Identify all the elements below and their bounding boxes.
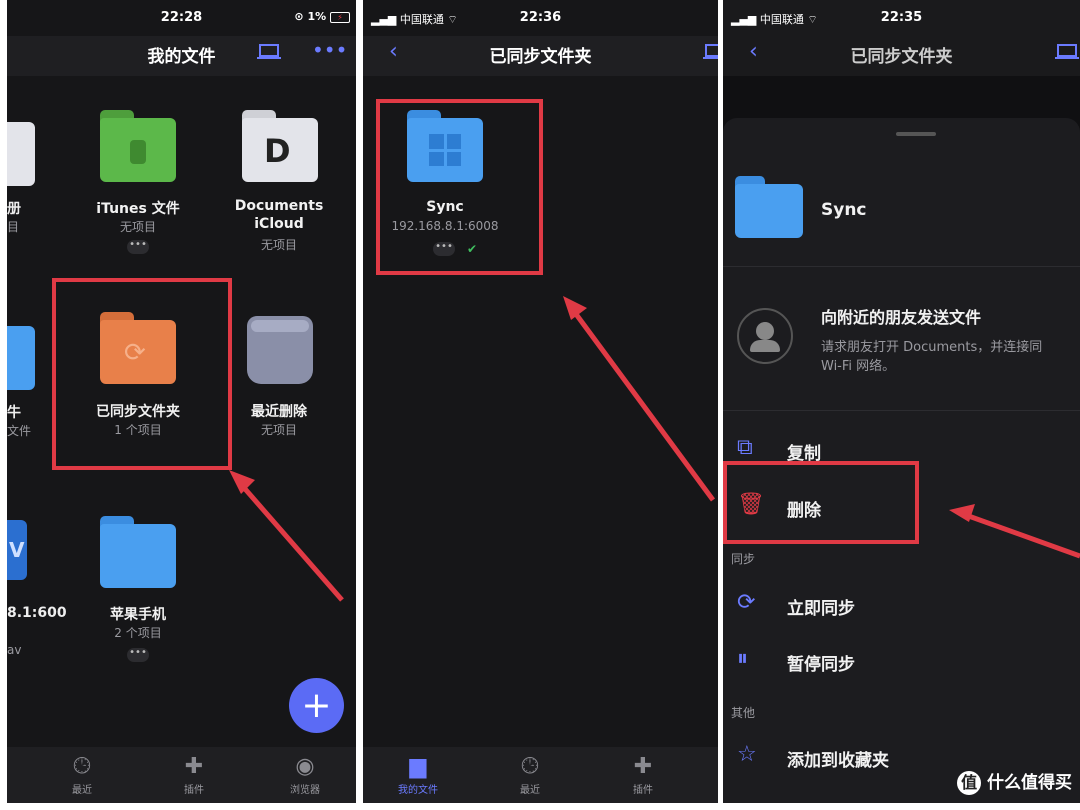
puzzle-icon: ✚	[633, 754, 653, 779]
tab-my-files-label: 我的文件	[398, 785, 438, 796]
tab-plugins-label: 插件	[633, 785, 653, 796]
panel-context-menu: ▂▄▆ 中国联通 ⌔ 22:35 ‹ 已同步文件夹 Sync 向附近的朋友发送文…	[723, 0, 1080, 803]
tab-recent-label: 最近	[520, 785, 540, 796]
tab-plugins-label: 插件	[184, 785, 204, 796]
puzzle-icon: ✚	[184, 754, 204, 779]
tab-browser[interactable]: ◉ 浏览器	[275, 753, 335, 796]
tab-my-files[interactable]: ▆ 我的文件	[388, 753, 448, 796]
panel-my-files: 22:28 ⊙ 1% ⚡ 我的文件 ••• 册 目 iTunes 文件 无项目 …	[7, 0, 356, 803]
add-button[interactable]: +	[289, 678, 344, 733]
compass-icon: ◉	[295, 754, 315, 779]
clock-icon: 🕒︎	[73, 754, 91, 779]
tab-browser-label: 浏览器	[290, 785, 320, 796]
tab-bar: 🕒︎ 最近 ✚ 插件 ◉ 浏览器	[7, 747, 356, 803]
clock-icon: 🕒︎	[521, 754, 539, 779]
annotation-arrow	[949, 504, 1080, 559]
folder-icon: ▆	[409, 754, 427, 779]
tab-plugins[interactable]: ✚ 插件	[164, 753, 224, 796]
watermark-logo-icon: 值	[957, 771, 982, 795]
tab-bar: ▆ 我的文件 🕒︎ 最近 ✚ 插件	[363, 747, 718, 803]
tab-plugins[interactable]: ✚ 插件	[613, 753, 673, 796]
watermark-text: 什么值得买	[987, 773, 1072, 793]
watermark: 值 什么值得买	[957, 768, 1072, 795]
tab-recent-label: 最近	[72, 785, 92, 796]
panel-synced-folder: ▂▄▆ 中国联通 ⌔ 22:36 ‹ 已同步文件夹 Sync 192.168.8…	[363, 0, 718, 803]
annotation-arrow	[563, 296, 716, 502]
tab-recent[interactable]: 🕒︎ 最近	[52, 753, 112, 796]
tab-recent[interactable]: 🕒︎ 最近	[500, 753, 560, 796]
